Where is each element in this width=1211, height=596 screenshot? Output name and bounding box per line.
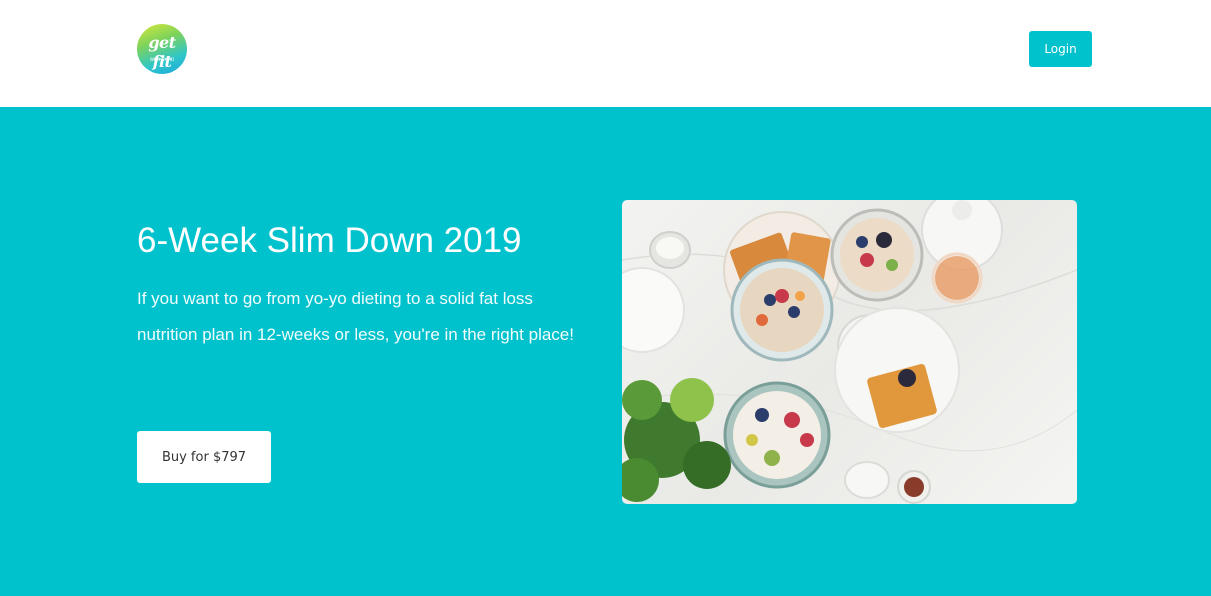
logo-text: get fit [148, 33, 176, 71]
hero-section: 6-Week Slim Down 2019 If you want to go … [0, 107, 1211, 596]
buy-button[interactable]: Buy for $797 [137, 431, 271, 483]
site-header: get fit WITH DAVID Login [0, 0, 1211, 107]
hero-food-image [622, 200, 1077, 504]
food-illustration [622, 200, 1077, 504]
hero-description: If you want to go from yo-yo dieting to … [137, 289, 574, 344]
logo[interactable]: get fit WITH DAVID [137, 24, 187, 74]
hero-title: 6-Week Slim Down 2019 [137, 221, 522, 260]
logo-subtext: WITH DAVID [149, 57, 175, 62]
login-button[interactable]: Login [1029, 31, 1092, 67]
